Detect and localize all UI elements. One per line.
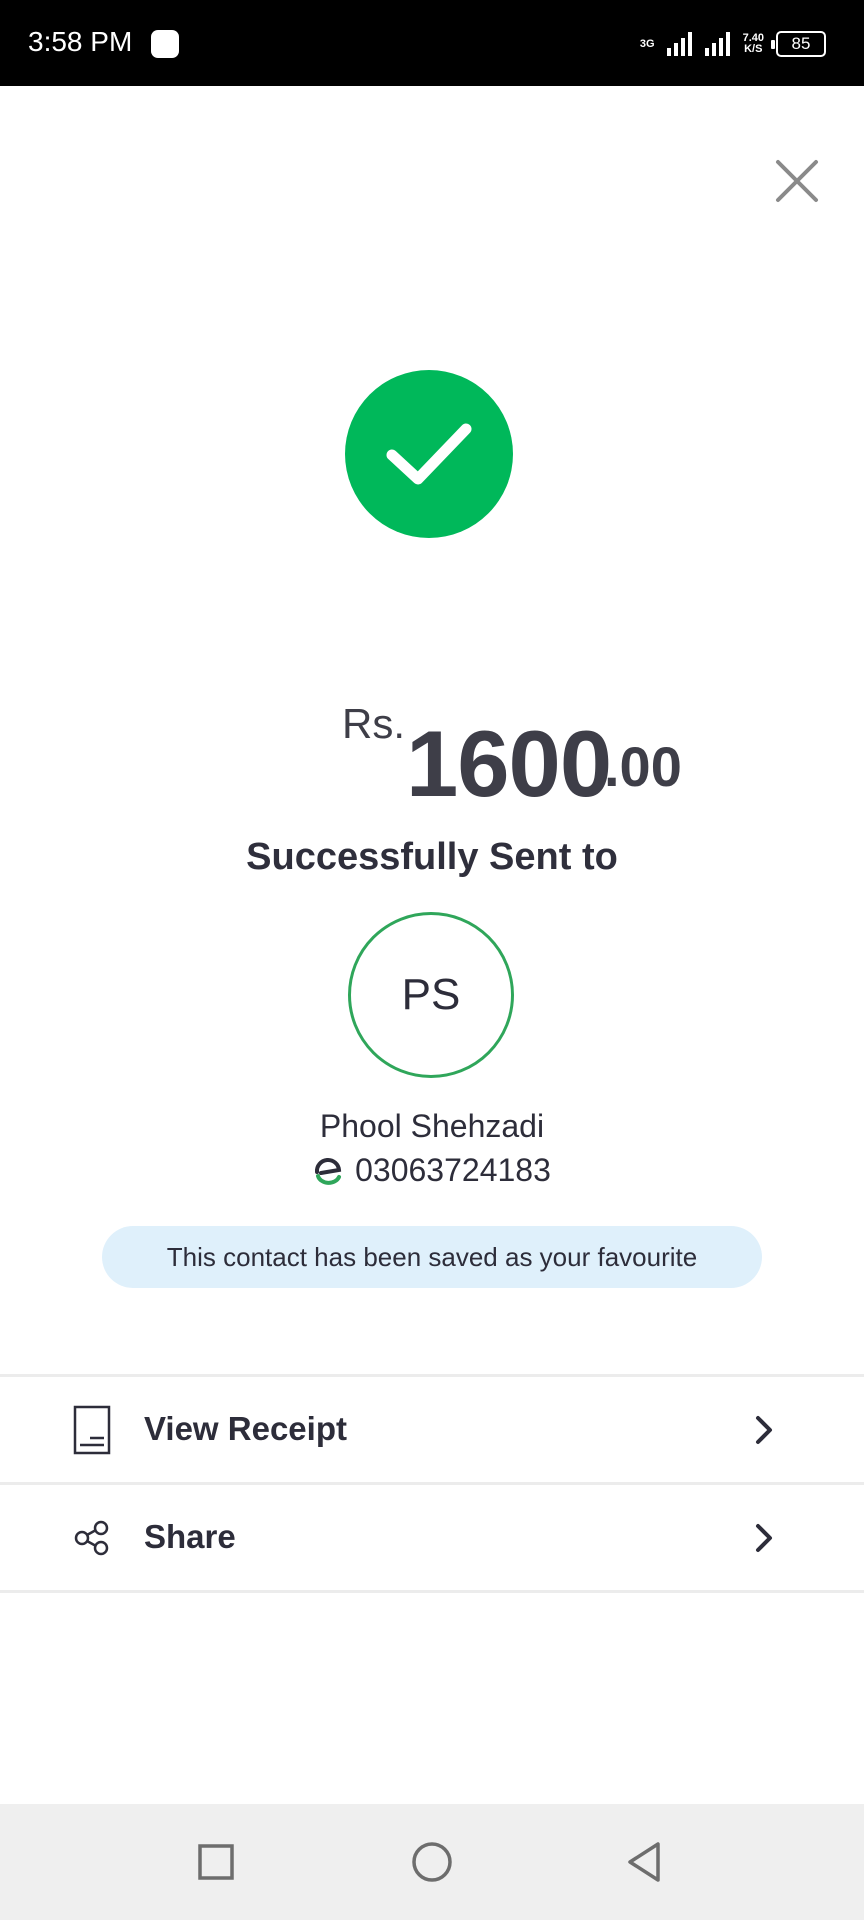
battery-icon: 85 bbox=[771, 31, 826, 57]
recipient-phone: 03063724183 bbox=[355, 1152, 551, 1188]
divider bbox=[0, 1482, 864, 1485]
system-nav-bar bbox=[0, 1804, 864, 1920]
network-type: 3G bbox=[639, 37, 655, 50]
favourite-banner: This contact has been saved as your favo… bbox=[102, 1226, 762, 1288]
amount-integer: 1600 bbox=[406, 711, 612, 816]
chevron-right-icon bbox=[756, 1524, 772, 1552]
battery-level: 85 bbox=[791, 34, 811, 53]
back-icon[interactable] bbox=[622, 1838, 670, 1886]
status-bar: 3:58 PM 3G 7.40 K/S 85 bbox=[0, 0, 864, 86]
view-receipt-button[interactable]: View Receipt bbox=[0, 1378, 864, 1482]
view-receipt-label: View Receipt bbox=[144, 1410, 347, 1447]
status-text: Successfully Sent to bbox=[246, 836, 618, 878]
recipient-name: Phool Shehzadi bbox=[319, 1108, 545, 1144]
signal-icon bbox=[666, 32, 692, 56]
network-speed: 7.40 K/S bbox=[743, 33, 764, 55]
amount-decimal: .00 bbox=[604, 735, 682, 798]
chevron-right-icon bbox=[756, 1416, 772, 1444]
close-icon[interactable] bbox=[774, 158, 820, 204]
notification-app-icon bbox=[151, 30, 179, 58]
currency-label: Rs. bbox=[342, 700, 405, 747]
amount-display: Rs. 1600 .00 bbox=[0, 690, 864, 816]
divider bbox=[0, 1374, 864, 1377]
divider bbox=[0, 1590, 864, 1593]
share-icon bbox=[74, 1520, 109, 1556]
home-icon[interactable] bbox=[408, 1838, 456, 1886]
speed-unit: K/S bbox=[744, 43, 763, 55]
status-indicators: 3G 7.40 K/S 85 bbox=[640, 26, 826, 62]
avatar: PS bbox=[348, 912, 514, 1078]
avatar-initials: PS bbox=[401, 970, 461, 1019]
status-time: 3:58 PM bbox=[28, 26, 133, 57]
wallet-logo-icon bbox=[315, 1157, 342, 1185]
recent-apps-icon[interactable] bbox=[192, 1838, 240, 1886]
share-label: Share bbox=[144, 1518, 236, 1555]
success-check-circle bbox=[345, 370, 513, 538]
signal-icon-2 bbox=[704, 32, 730, 56]
recipient-phone-row: 03063724183 bbox=[0, 1152, 864, 1189]
share-button[interactable]: Share bbox=[0, 1486, 864, 1590]
receipt-icon bbox=[73, 1405, 111, 1455]
checkmark-icon bbox=[386, 423, 472, 485]
